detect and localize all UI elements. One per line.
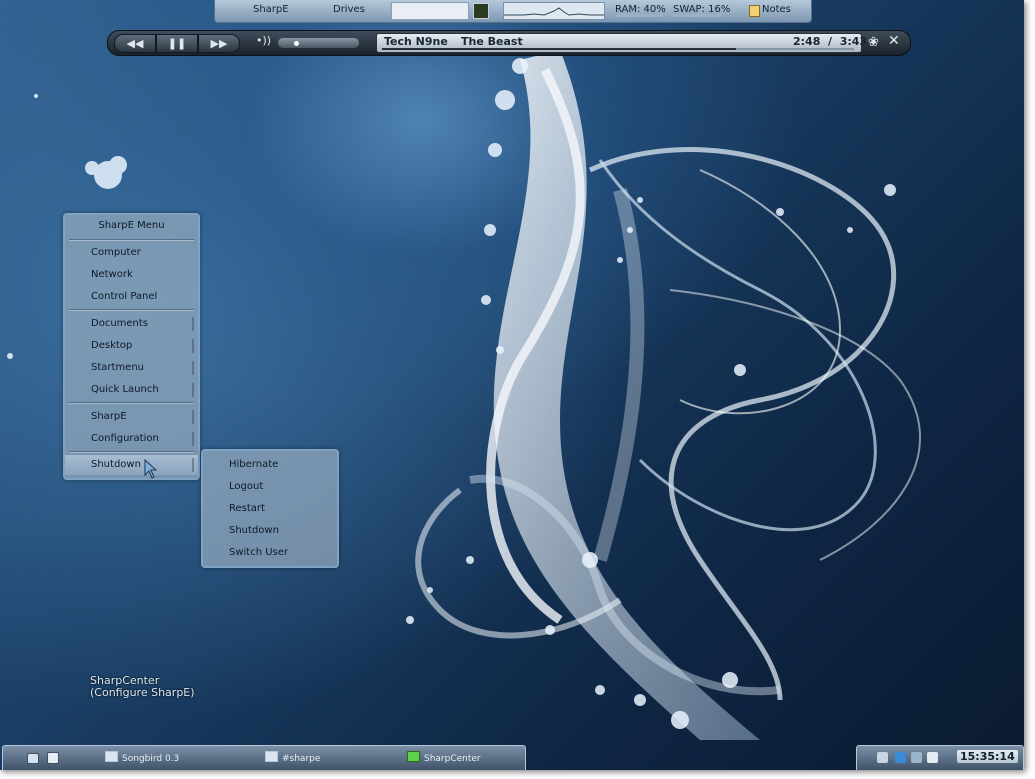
desktop-tooltip: SharpCenter (Configure SharpE) (90, 675, 195, 699)
menu-item-quick-launch[interactable]: Quick Launch (65, 380, 198, 400)
previous-icon: ◀◀ (126, 37, 144, 50)
menu-item-label: Startmenu (91, 362, 144, 373)
menu-item-label: Hibernate (229, 459, 279, 470)
sharpe-label[interactable]: SharpE (253, 4, 289, 15)
submenu-handle (192, 410, 194, 424)
network-icon[interactable] (895, 752, 906, 763)
task-label: Songbird 0.3 (122, 754, 180, 764)
track-progress-bar[interactable] (382, 48, 736, 50)
menu-item-label: Shutdown (229, 525, 279, 536)
menu-item-label: Configuration (91, 433, 159, 444)
menu-item-control-panel[interactable]: Control Panel (65, 287, 198, 307)
menu-item-label: Computer (91, 247, 141, 258)
menu-item-logout[interactable]: Logout (203, 477, 337, 497)
desktop: SharpE Drives RAM: 40% SWAP: 16% Notes ◀… (0, 0, 1024, 770)
menu-separator (69, 402, 194, 404)
mouse-cursor-icon (144, 459, 158, 479)
track-time: 2:48 / 3:43 (793, 35, 868, 48)
menu-item-restart[interactable]: Restart (203, 499, 337, 519)
menu-item-label: Quick Launch (91, 384, 159, 395)
track-title: The Beast (461, 35, 523, 48)
menu-item-sharpe[interactable]: SharpE (65, 407, 198, 427)
connection-icon[interactable] (911, 752, 922, 763)
system-tray: 15:35:14 (856, 745, 1024, 770)
next-button[interactable]: ▶▶ (198, 34, 240, 53)
songbird-icon (105, 751, 118, 762)
device-icon[interactable] (927, 752, 938, 763)
menu-item-label: Shutdown (91, 459, 141, 470)
menu-item-label: Logout (229, 481, 264, 492)
submenu-handle (192, 361, 194, 375)
submenu-handle (192, 458, 194, 472)
volume-slider[interactable] (278, 38, 359, 48)
next-icon: ▶▶ (210, 37, 228, 50)
menu-item-network[interactable]: Network (65, 265, 198, 285)
menu-item-label: Documents (91, 318, 149, 329)
volume-knob[interactable] (294, 41, 299, 46)
menu-item-shutdown[interactable]: Shutdown (65, 455, 198, 475)
menu-separator (69, 451, 194, 453)
submenu-handle (192, 383, 194, 397)
menu-item-computer[interactable]: Computer (65, 243, 198, 263)
window-icon (265, 751, 278, 762)
track-progress-remaining[interactable] (736, 48, 854, 50)
submenu-handle (192, 339, 194, 353)
task-sharpcenter[interactable]: SharpCenter (407, 751, 481, 764)
menu-item-documents[interactable]: Documents (65, 314, 198, 334)
task-sharpe-channel[interactable]: #sharpe (265, 751, 320, 764)
submenu-handle (192, 317, 194, 331)
sharpcenter-icon (407, 751, 420, 762)
menu-separator (69, 239, 194, 241)
previous-button[interactable]: ◀◀ (114, 34, 156, 53)
clock[interactable]: 15:35:14 (957, 750, 1018, 763)
close-icon[interactable]: ✕ (888, 33, 900, 49)
menu-item-hibernate[interactable]: Hibernate (203, 455, 337, 475)
pause-icon: ❚❚ (167, 37, 187, 50)
drives-field[interactable] (391, 2, 469, 20)
app-icon[interactable] (473, 3, 489, 19)
menu-item-configuration[interactable]: Configuration (65, 429, 198, 449)
taskbar: Songbird 0.3 #sharpe SharpCenter (2, 745, 526, 770)
menu-item-label: Switch User (229, 547, 289, 558)
submenu-handle (192, 432, 194, 446)
volume-icon[interactable]: •)) (256, 34, 271, 47)
pause-button[interactable]: ❚❚ (156, 34, 198, 53)
menu-separator (69, 309, 194, 311)
cpu-graph (503, 2, 605, 20)
ram-bar (615, 14, 663, 17)
speaker-icon[interactable] (877, 752, 888, 763)
menu-item-label: Restart (229, 503, 265, 514)
tooltip-subtitle: (Configure SharpE) (90, 686, 195, 699)
menu-item-shutdown-action[interactable]: Shutdown (203, 521, 337, 541)
menu-item-desktop[interactable]: Desktop (65, 336, 198, 356)
switch-windows-icon[interactable] (47, 752, 59, 764)
menu-item-switch-user[interactable]: Switch User (203, 543, 337, 563)
notes-label[interactable]: Notes (762, 4, 791, 15)
menu-item-label: SharpE (91, 411, 127, 422)
leaf-icon[interactable]: ❀ (868, 35, 879, 50)
notes-icon[interactable] (749, 5, 760, 17)
media-player: ◀◀ ❚❚ ▶▶ •)) Tech N9ne The Beast 2:48 / … (107, 30, 911, 56)
show-desktop-icon[interactable] (27, 753, 39, 764)
shutdown-submenu: Hibernate Logout Restart Shutdown Switch… (201, 449, 339, 568)
task-label: #sharpe (282, 754, 321, 764)
start-menu-title: SharpE Menu (98, 220, 165, 231)
menu-item-label: Network (91, 269, 133, 280)
drives-label[interactable]: Drives (333, 4, 365, 15)
start-menu: SharpE Menu Computer Network Control Pan… (63, 213, 200, 480)
top-bar: SharpE Drives RAM: 40% SWAP: 16% Notes (214, 0, 812, 23)
swap-bar (673, 14, 721, 17)
menu-item-label: Control Panel (91, 291, 158, 302)
track-display: Tech N9ne The Beast 2:48 / 3:43 (376, 33, 867, 53)
task-songbird[interactable]: Songbird 0.3 (105, 751, 179, 764)
menu-item-startmenu[interactable]: Startmenu (65, 358, 198, 378)
task-label: SharpCenter (424, 754, 481, 764)
track-artist: Tech N9ne (384, 35, 448, 48)
menu-item-label: Desktop (91, 340, 133, 351)
